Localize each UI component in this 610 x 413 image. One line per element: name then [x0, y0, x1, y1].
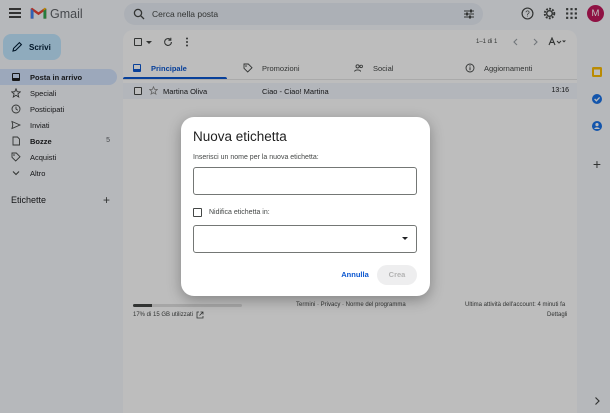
dropdown-caret-icon	[402, 237, 408, 240]
parent-label-select[interactable]	[193, 225, 417, 253]
nest-label-text: Nidifica etichetta in:	[209, 209, 270, 216]
label-name-prompt: Inserisci un nome per la nuova etichetta…	[193, 154, 319, 161]
new-label-dialog: Nuova etichetta Inserisci un nome per la…	[181, 117, 430, 296]
cancel-button[interactable]: Annulla	[336, 266, 374, 284]
label-name-input[interactable]	[193, 167, 417, 195]
nest-label-checkbox[interactable]	[193, 208, 202, 217]
dialog-title: Nuova etichetta	[193, 129, 287, 144]
create-button[interactable]: Crea	[377, 265, 417, 285]
